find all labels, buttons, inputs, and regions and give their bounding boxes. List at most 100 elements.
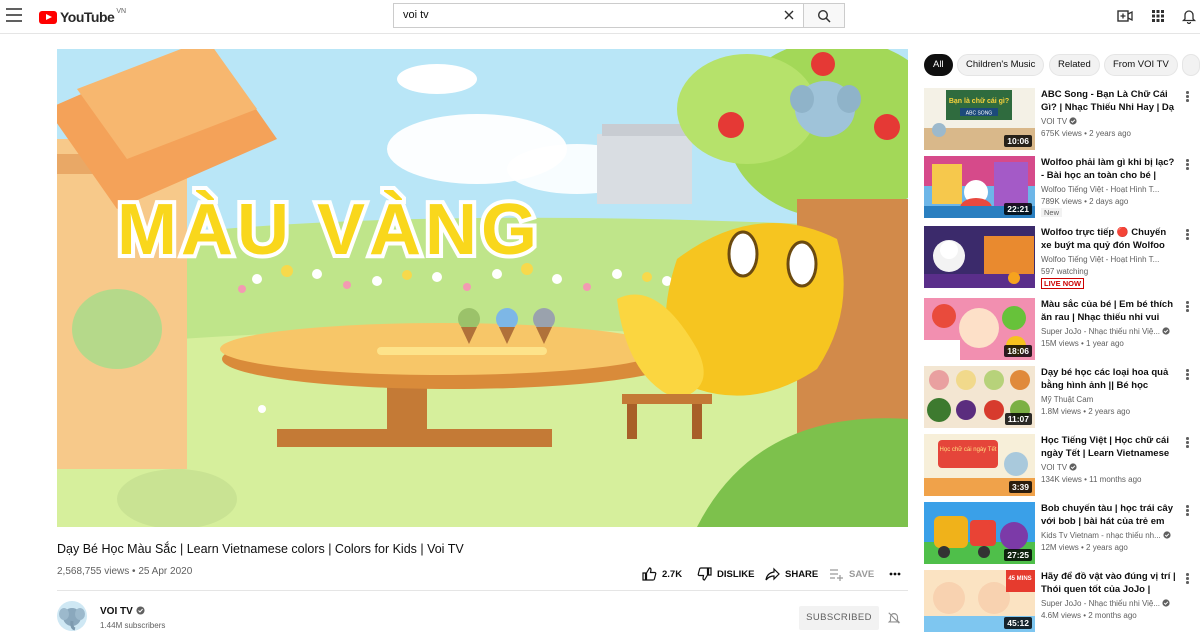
- recommendation-title[interactable]: Wolfoo trực tiếp 🔴 Chuyến xe buýt ma quỷ…: [1041, 227, 1178, 252]
- recommendation-channel[interactable]: Super JoJo - Nhạc thiếu nhi Việ...: [1041, 327, 1181, 336]
- more-options-icon[interactable]: [1186, 369, 1190, 381]
- more-actions-button[interactable]: [889, 566, 901, 582]
- recommendation-channel-name: Super JoJo - Nhạc thiếu nhi Việ...: [1041, 599, 1161, 608]
- recommendation-channel[interactable]: VOI TV: [1041, 463, 1181, 472]
- video-thumbnail[interactable]: 27:25: [924, 502, 1035, 564]
- more-options-icon[interactable]: [1186, 159, 1190, 171]
- search-input[interactable]: voi tv: [403, 9, 429, 21]
- recommendation-channel[interactable]: Wolfoo Tiếng Việt - Hoạt Hình T...: [1041, 255, 1181, 264]
- channel-name-text: VOI TV: [100, 606, 133, 617]
- video-overlay-title: MÀU VÀNG: [117, 190, 541, 270]
- recommendation-title[interactable]: ABC Song - Bạn Là Chữ Cái Gì? | Nhạc Thi…: [1041, 89, 1178, 114]
- recommendation-title[interactable]: Bob chuyến tàu | học trái cây với bob | …: [1041, 503, 1178, 528]
- recommendation-item[interactable]: 45 MINS 45:12 Hãy để đồ vật vào đúng vị …: [924, 570, 1194, 632]
- video-thumbnail[interactable]: [924, 226, 1035, 288]
- recommendation-meta: 675K views • 2 years ago: [1041, 129, 1131, 138]
- recommendation-channel[interactable]: Wolfoo Tiếng Việt - Hoạt Hình T...: [1041, 185, 1181, 194]
- recommendation-title[interactable]: Hãy để đồ vật vào đúng vị trí | Thói que…: [1041, 571, 1178, 596]
- video-player[interactable]: MÀU VÀNG: [57, 49, 908, 527]
- like-count: 2.7K: [662, 568, 683, 580]
- recommendation-channel[interactable]: Mỹ Thuật Cam: [1041, 395, 1181, 404]
- like-button[interactable]: 2.7K: [642, 566, 682, 582]
- more-options-icon[interactable]: [1186, 573, 1190, 585]
- video-views-date: 2,568,755 views • 25 Apr 2020: [57, 566, 193, 577]
- menu-icon[interactable]: [6, 8, 22, 22]
- recommendation-item[interactable]: 11:07 Dạy bé học các loại hoa quả bằng h…: [924, 366, 1194, 428]
- logo-country-code: VN: [116, 7, 127, 15]
- search-button[interactable]: [803, 3, 845, 28]
- logo-text: YouTube: [60, 9, 115, 25]
- more-options-icon[interactable]: [1186, 437, 1190, 449]
- channel-avatar[interactable]: [57, 601, 87, 631]
- thumbs-up-icon: [642, 567, 657, 581]
- dislike-button[interactable]: DISLIKE: [697, 566, 754, 582]
- video-thumbnail[interactable]: 45 MINS 45:12: [924, 570, 1035, 632]
- more-options-icon[interactable]: [1186, 91, 1190, 103]
- dislike-label: DISLIKE: [717, 568, 755, 580]
- recommendation-item[interactable]: 27:25 Bob chuyến tàu | học trái cây với …: [924, 502, 1194, 564]
- recommendation-channel-name: Kids Tv Vietnam - nhạc thiếu nh...: [1041, 531, 1161, 540]
- verified-icon: [1162, 327, 1170, 335]
- video-thumbnail[interactable]: 22:21: [924, 156, 1035, 218]
- recommendation-item[interactable]: 22:21 Wolfoo phải làm gì khi bị lạc? - B…: [924, 156, 1194, 218]
- notification-bell-off-icon[interactable]: [887, 611, 901, 625]
- save-label: SAVE: [849, 568, 875, 580]
- add-to-playlist-icon: [830, 569, 843, 581]
- recommendation-title[interactable]: Wolfoo phải làm gì khi bị lạc? - Bài học…: [1041, 157, 1178, 182]
- elephant-avatar-icon: [59, 608, 85, 631]
- video-title: Dạy Bé Học Màu Sắc | Learn Vietnamese co…: [57, 542, 464, 556]
- thumb-text-abc-song: ABC SONG: [966, 111, 993, 117]
- recommendation-channel[interactable]: Kids Tv Vietnam - nhạc thiếu nh...: [1041, 531, 1181, 540]
- create-video-icon[interactable]: [1117, 8, 1133, 24]
- thumb-text-45-mins: 45 MINS: [1008, 576, 1031, 582]
- video-duration: 18:06: [1004, 345, 1032, 357]
- recommendation-item[interactable]: 18:06 Màu sắc của bé | Em bé thích ăn ra…: [924, 298, 1194, 360]
- youtube-logo[interactable]: YouTube VN: [39, 7, 126, 27]
- recommendation-item[interactable]: Học chữ cái ngày Tết 3:39 Học Tiếng Việt…: [924, 434, 1194, 496]
- thumbs-down-icon: [697, 567, 712, 581]
- subscriber-count: 1.44M subscribers: [100, 621, 166, 630]
- recommendation-title[interactable]: Học Tiếng Việt | Học chữ cái ngày Tết | …: [1041, 435, 1178, 460]
- clear-search-icon[interactable]: [782, 8, 796, 22]
- video-thumbnail[interactable]: 11:07: [924, 366, 1035, 428]
- video-duration: 45:12: [1004, 617, 1032, 629]
- chip-next-partial[interactable]: [1182, 54, 1200, 76]
- live-now-badge: LIVE NOW: [1041, 278, 1085, 289]
- apps-grid-icon[interactable]: [1150, 8, 1166, 24]
- verified-icon: [1069, 463, 1077, 471]
- chip-related[interactable]: Related: [1049, 54, 1100, 76]
- notifications-bell-icon[interactable]: [1181, 8, 1197, 24]
- subscribed-button[interactable]: SUBSCRIBED: [799, 606, 879, 630]
- share-button[interactable]: SHARE: [765, 566, 818, 582]
- recommendation-title[interactable]: Dạy bé học các loại hoa quả bằng hình ản…: [1041, 367, 1178, 392]
- video-duration: 10:06: [1004, 135, 1032, 147]
- search-icon: [817, 9, 831, 23]
- more-options-icon[interactable]: [1186, 301, 1190, 313]
- thumbnail-image: [924, 226, 1035, 288]
- save-button[interactable]: SAVE: [829, 566, 874, 582]
- recommendation-channel[interactable]: Super JoJo - Nhạc thiếu nhi Việ...: [1041, 599, 1181, 608]
- more-options-icon[interactable]: [1186, 505, 1190, 517]
- recommendation-meta: 15M views • 1 year ago: [1041, 339, 1124, 348]
- chip-all[interactable]: All: [924, 54, 953, 76]
- recommendation-item[interactable]: Bạn là chữ cái gì? ABC SONG 10:06 ABC So…: [924, 88, 1194, 150]
- recommendation-item[interactable]: Wolfoo trực tiếp 🔴 Chuyến xe buýt ma quỷ…: [924, 226, 1194, 289]
- thumb-text-hoc-chu-cai: Học chữ cái ngày Tết: [940, 447, 997, 453]
- channel-name[interactable]: VOI TV: [100, 606, 145, 617]
- video-duration: 22:21: [1004, 203, 1032, 215]
- video-frame-illustration: MÀU VÀNG: [57, 49, 908, 527]
- chip-from-voi-tv[interactable]: From VOI TV: [1104, 54, 1178, 76]
- chip-childrens-music[interactable]: Children's Music: [957, 54, 1045, 76]
- more-options-icon[interactable]: [1186, 229, 1190, 241]
- video-thumbnail[interactable]: Học chữ cái ngày Tết 3:39: [924, 434, 1035, 496]
- recommendation-title[interactable]: Màu sắc của bé | Em bé thích ăn rau | Nh…: [1041, 299, 1178, 324]
- video-thumbnail[interactable]: 18:06: [924, 298, 1035, 360]
- top-bar: YouTube VN voi tv: [0, 0, 1200, 34]
- video-duration: 27:25: [1004, 549, 1032, 561]
- recommendation-channel[interactable]: VOI TV: [1041, 117, 1181, 126]
- recommendation-channel-name: VOI TV: [1041, 463, 1068, 472]
- search-box[interactable]: voi tv: [393, 3, 803, 28]
- recommendation-channel-name: Super JoJo - Nhạc thiếu nhi Việ...: [1041, 327, 1161, 336]
- more-horizontal-icon: [889, 572, 901, 576]
- video-thumbnail[interactable]: Bạn là chữ cái gì? ABC SONG 10:06: [924, 88, 1035, 150]
